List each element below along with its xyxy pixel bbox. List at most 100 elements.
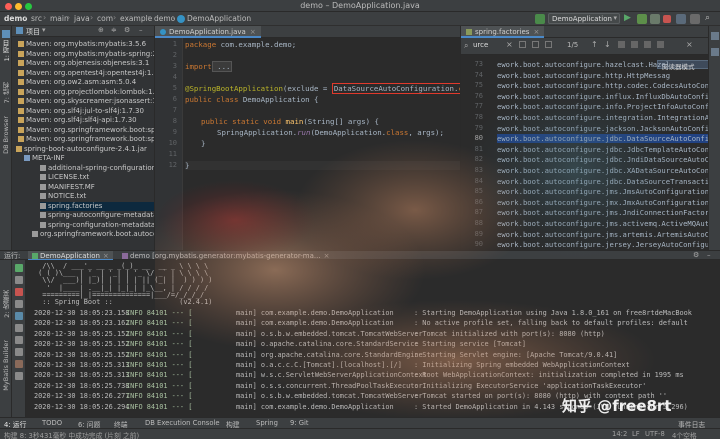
find-input[interactable]: urce (473, 41, 488, 49)
new-line-icon[interactable] (519, 41, 526, 48)
code-line-6[interactable]: public class DemoApplication { (185, 95, 319, 104)
code-line-1[interactable]: package com.example.demo; (185, 40, 296, 49)
tree-item[interactable]: Maven: org.mybatis:mybatis-spring:2.0 (18, 50, 154, 59)
search-icon[interactable]: ⌕ (705, 13, 715, 23)
tree-item[interactable]: Maven: org.springframework.boot:sprin (18, 126, 154, 135)
factories-line[interactable]: ework.boot.autoconfigure.jdbc.JdbcTempla… (497, 145, 708, 154)
pin-icon[interactable] (15, 372, 23, 380)
git-update-icon[interactable] (676, 14, 686, 24)
exclude-icon[interactable] (644, 41, 651, 48)
tree-item[interactable]: MANIFEST.MF (40, 183, 154, 192)
database-icon[interactable] (711, 48, 719, 56)
tree-item[interactable]: spring.factories (40, 201, 154, 211)
arrow-up-icon[interactable]: ↑ (591, 40, 598, 49)
code-line-9[interactable]: SpringApplication.run(DemoApplication.cl… (217, 128, 444, 137)
code-line-12[interactable]: } (185, 161, 460, 170)
factories-line[interactable]: ework.boot.autoconfigure.jdbc.XADataSour… (497, 166, 708, 175)
arrow-down-icon[interactable]: ↓ (604, 40, 611, 49)
locate-icon[interactable]: ⊕ (98, 26, 104, 34)
code-line-8[interactable]: public static void main(String[] args) { (201, 117, 379, 126)
minimize-panel-icon[interactable]: – (707, 251, 711, 259)
factories-line[interactable]: ework.boot.autoconfigure.jdbc.JndiDataSo… (497, 155, 708, 164)
coverage-icon[interactable] (650, 14, 660, 24)
scroll-to-end-icon[interactable] (15, 336, 23, 344)
factories-line[interactable]: ework.boot.autoconfigure.hazelcast.Hazel (497, 60, 670, 69)
close-icon[interactable]: × (533, 28, 539, 36)
stop-icon[interactable] (15, 288, 23, 296)
tree-item[interactable]: Maven: org.skyscreamer:jsonassert:1.5. (18, 97, 154, 106)
chevron-down-icon[interactable]: ▾ (42, 26, 46, 34)
tree-item[interactable]: Maven: org.objenesis:objenesis:3.1 (18, 59, 154, 68)
tree-item[interactable]: NOTICE.txt (40, 192, 154, 201)
factories-line[interactable]: ework.boot.autoconfigure.jdbc.DataSource… (497, 134, 708, 144)
hammer-icon[interactable] (535, 14, 545, 24)
close-icon[interactable]: × (250, 28, 256, 36)
gear-icon[interactable]: ⚙ (693, 251, 699, 259)
tool-todo[interactable]: TODO (42, 419, 62, 427)
breadcrumb-com[interactable]: com (97, 14, 113, 23)
factories-line[interactable]: ework.boot.autoconfigure.jms.artemis.Art… (497, 230, 708, 239)
mybatis-builder-tool-button[interactable]: MyBatis Builder (2, 340, 10, 391)
multi-select-icon[interactable] (631, 41, 638, 48)
tab-demoapplication-java[interactable]: DemoApplication.java × (155, 26, 261, 38)
run-console[interactable]: /\\ / ___'_ __ _ _(_)_ __ __ _ \ \ \ \ (… (26, 260, 720, 417)
factories-line[interactable]: ework.boot.autoconfigure.jms.activemq.Ac… (497, 219, 708, 228)
factories-line[interactable]: ework.boot.autoconfigure.http.HttpMessag (497, 71, 670, 80)
favorites-tool-button[interactable]: 2: 收藏夹 (2, 290, 12, 318)
run-icon[interactable]: ▶ (624, 13, 634, 23)
factories-line[interactable]: ework.boot.autoconfigure.jms.JmsAutoConf… (497, 187, 708, 196)
structure-tool-button[interactable]: 7: 结构 (2, 82, 12, 103)
history-icon[interactable] (690, 14, 700, 24)
tree-item[interactable]: Maven: org.mybatis:mybatis:3.5.6 (18, 40, 154, 49)
debug-icon[interactable] (637, 14, 647, 24)
line-separator[interactable]: LF (632, 430, 640, 438)
breadcrumb-src[interactable]: src (31, 14, 42, 23)
stop-icon[interactable] (663, 15, 671, 23)
factories-line[interactable]: ework.boot.autoconfigure.jersey.JerseyAu… (497, 240, 708, 249)
factories-line[interactable]: ework.boot.autoconfigure.http.codec.Code… (497, 81, 708, 90)
regex-icon[interactable] (545, 41, 552, 48)
close-icon[interactable]: × (686, 40, 693, 49)
tree-item[interactable]: spring-boot-autoconfigure-2.4.1.jar (16, 145, 154, 154)
maven-icon[interactable] (711, 32, 719, 40)
match-case-icon[interactable] (532, 41, 539, 48)
project-tool-button[interactable]: 1: 项目 (2, 40, 12, 61)
run-tab-demoapplication[interactable]: DemoApplication × (28, 251, 113, 260)
tree-item[interactable]: additional-spring-configuration (40, 164, 154, 173)
code-line-3[interactable]: import ... (185, 61, 232, 72)
tool-spring[interactable]: Spring (256, 419, 278, 427)
trash-icon[interactable] (15, 360, 23, 368)
tree-item[interactable]: Maven: org.slf4j:jul-to-slf4j:1.7.30 (18, 107, 154, 116)
tree-item[interactable]: Maven: org.ow2.asm:asm:5.0.4 (18, 78, 154, 87)
tool-db-console[interactable]: DB Execution Console (145, 419, 220, 427)
tab-spring-factories[interactable]: spring.factories × (461, 26, 545, 38)
camera-icon[interactable] (15, 312, 23, 320)
rerun-icon[interactable] (15, 264, 23, 272)
tree-item[interactable]: META-INF (24, 154, 154, 163)
run-tab-mybatis-generator[interactable]: demo [org.mybatis.generator:mybatis-gene… (118, 251, 333, 260)
tool-git[interactable]: 9: Git (290, 419, 309, 427)
tree-item[interactable]: Maven: org.opentest4j:opentest4j:1.2.0 (18, 69, 154, 78)
close-icon[interactable]: × (506, 40, 513, 49)
run-config-select[interactable]: DemoApplication ▾ (548, 13, 620, 24)
tree-item[interactable]: Maven: org.slf4j:slf4j-api:1.7.30 (18, 116, 154, 125)
close-icon[interactable]: × (324, 252, 330, 260)
arrow-down-icon[interactable] (15, 300, 23, 308)
factories-line[interactable]: ework.boot.autoconfigure.info.ProjectInf… (497, 102, 708, 111)
code-line-10[interactable]: } (201, 139, 205, 148)
collapse-all-icon[interactable]: ≑ (111, 26, 117, 34)
tree-item[interactable]: spring-configuration-metadata (40, 221, 154, 230)
tree-item[interactable]: Maven: org.springframework.boot:sprin (18, 135, 154, 144)
factories-line[interactable]: ework.boot.autoconfigure.jmx.JmxAutoConf… (497, 198, 708, 207)
factories-line[interactable]: ework.boot.autoconfigure.integration.Int… (497, 113, 708, 122)
file-encoding[interactable]: UTF-8 (645, 430, 665, 438)
factories-line[interactable]: ework.boot.autoconfigure.influx.InfluxDb… (497, 92, 708, 101)
soft-wrap-icon[interactable] (15, 324, 23, 332)
db-browser-tool-button[interactable]: DB Browser (2, 116, 10, 154)
arrow-up-icon[interactable] (15, 276, 23, 284)
print-icon[interactable] (15, 348, 23, 356)
breadcrumb-main[interactable]: main (50, 14, 69, 23)
breadcrumb-class[interactable]: DemoApplication (187, 14, 251, 23)
close-icon[interactable]: × (103, 252, 109, 260)
factories-line[interactable]: ework.boot.autoconfigure.jdbc.DataSource… (497, 177, 708, 186)
